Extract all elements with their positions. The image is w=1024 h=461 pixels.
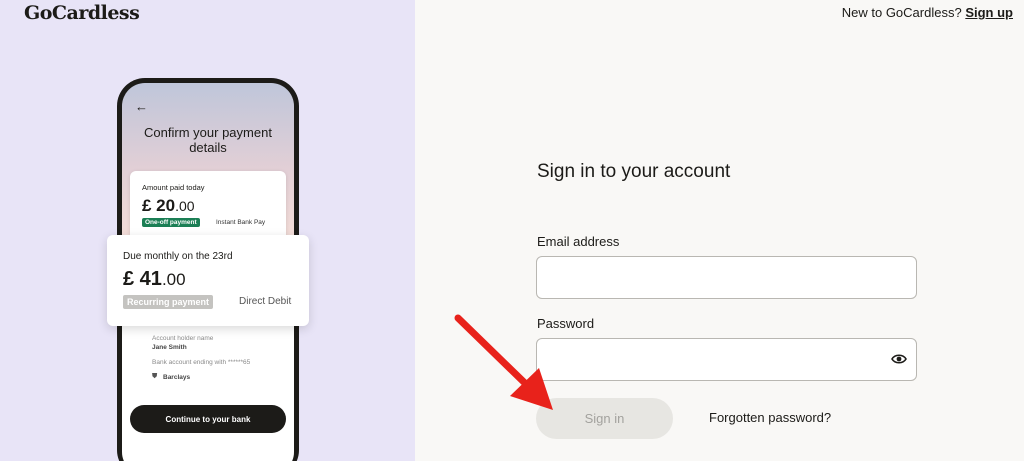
holder-label: Account holder name <box>152 335 214 342</box>
signup-prompt: New to GoCardless? Sign up <box>842 5 1013 20</box>
forgot-password-link[interactable]: Forgotten password? <box>709 410 831 425</box>
sign-in-button[interactable]: Sign in <box>536 398 673 439</box>
email-field[interactable] <box>536 256 917 299</box>
direct-debit-label: Direct Debit <box>239 296 292 307</box>
continue-to-bank-button: Continue to your bank <box>130 405 286 433</box>
payment-type-badge: One-off payment <box>142 218 200 227</box>
password-label: Password <box>537 316 595 331</box>
holder-value: Jane Smith <box>152 344 187 351</box>
eye-icon[interactable] <box>891 352 907 366</box>
bank-icon: ⛊ <box>152 373 158 380</box>
confirm-title: Confirm your payment details <box>144 125 272 155</box>
recurring-badge: Recurring payment <box>123 295 214 309</box>
payment-method: Instant Bank Pay <box>216 219 266 226</box>
recurring-payment-card: Due monthly on the 23rd £ 41.00 Recurrin… <box>107 235 309 326</box>
one-off-payment-card: Amount paid today £ 20.00 One-off paymen… <box>130 171 286 241</box>
due-amount: £ 41.00 <box>123 268 186 290</box>
password-field[interactable] <box>536 338 917 381</box>
bank-name: Barclays <box>163 374 191 381</box>
promo-panel: GoCardless ← Confirm your payment detail… <box>0 0 415 461</box>
page-title: Sign in to your account <box>537 161 731 182</box>
amount-value: £ 20.00 <box>142 196 195 215</box>
amount-label: Amount paid today <box>142 183 205 192</box>
email-label: Email address <box>537 234 620 249</box>
account-label: Bank account ending with ******65 <box>152 359 251 366</box>
due-label: Due monthly on the 23rd <box>123 251 233 262</box>
signup-link[interactable]: Sign up <box>965 5 1013 20</box>
back-arrow-icon: ← <box>135 99 148 114</box>
signup-prompt-text: New to GoCardless? <box>841 5 962 20</box>
gocardless-logo[interactable]: GoCardless <box>24 2 140 24</box>
